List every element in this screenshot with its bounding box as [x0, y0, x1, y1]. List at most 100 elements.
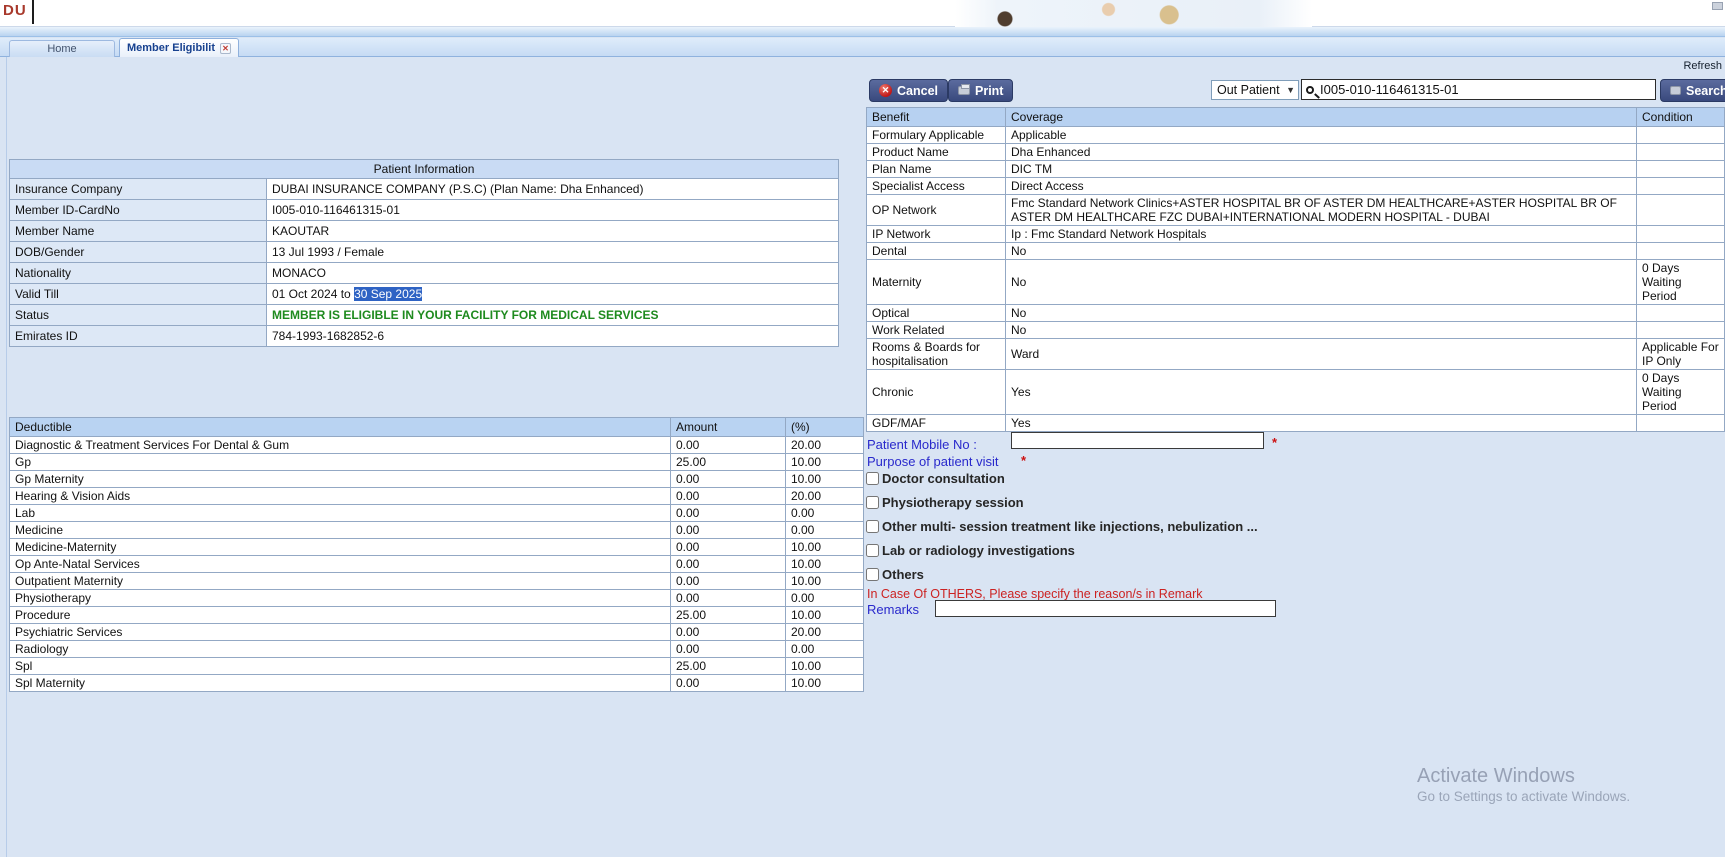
deductible-cell: 20.00: [785, 436, 864, 454]
deductible-row: Procedure 25.00 10.00: [9, 606, 864, 624]
patient-type-select[interactable]: Out Patient ▼: [1211, 80, 1299, 100]
patient-info-value: KAOUTAR: [265, 220, 840, 242]
patient-info-table: Patient Information Insurance Company DUB…: [8, 159, 840, 347]
benefit-cell-coverage: Fmc Standard Network Clinics+ASTER HOSPI…: [1005, 194, 1637, 226]
benefits-header-coverage: Coverage: [1005, 107, 1637, 127]
print-button[interactable]: Print: [948, 79, 1014, 102]
benefit-cell-benefit: Product Name: [866, 143, 1006, 161]
deductible-cell: 0.00: [785, 521, 864, 539]
purpose-checkbox[interactable]: [866, 567, 879, 581]
cancel-button[interactable]: Cancel: [869, 79, 948, 102]
deductible-cell: Diagnostic & Treatment Services For Dent…: [9, 436, 671, 454]
patient-mobile-label: Patient Mobile No :: [867, 437, 977, 452]
deductible-cell: 0.00: [670, 504, 786, 522]
deductible-cell: 0.00: [670, 470, 786, 488]
patient-info-label: Insurance Company: [9, 178, 267, 200]
deductible-cell: 0.00: [670, 572, 786, 590]
purpose-checkbox[interactable]: [866, 495, 879, 509]
remarks-input[interactable]: [935, 600, 1276, 617]
benefit-cell-condition: [1636, 321, 1725, 339]
deductible-cell: 25.00: [670, 606, 786, 624]
refresh-link[interactable]: Refresh: [1683, 60, 1722, 72]
print-icon: [958, 84, 970, 95]
search-icon: [1306, 85, 1314, 94]
patient-info-row: Member Name KAOUTAR: [9, 220, 840, 242]
patient-info-label: Nationality: [9, 262, 267, 284]
deductible-cell: 0.00: [670, 521, 786, 539]
benefit-cell-benefit: Work Related: [866, 321, 1006, 339]
benefits-table: Benefit Coverage Condition Formulary App…: [866, 107, 1725, 432]
benefit-cell-coverage: Ip : Fmc Standard Network Hospitals: [1005, 225, 1637, 243]
purpose-option: Others: [866, 562, 1258, 586]
benefit-row: Product Name Dha Enhanced: [866, 143, 1725, 161]
deductible-cell: 10.00: [785, 453, 864, 471]
patient-info-row: DOB/Gender 13 Jul 1993 / Female: [9, 241, 840, 263]
deductible-cell: 0.00: [670, 589, 786, 607]
patient-info-value: I005-010-116461315-01: [265, 199, 840, 221]
patient-info-row: Nationality MONACO: [9, 262, 840, 284]
purpose-option: Other multi- session treatment like inje…: [866, 514, 1258, 538]
deductible-row: Gp Maternity 0.00 10.00: [9, 470, 864, 488]
deductible-row: Outpatient Maternity 0.00 10.00: [9, 572, 864, 590]
patient-info-row: Member ID-CardNo I005-010-116461315-01: [9, 199, 840, 221]
deductible-cell: Lab: [9, 504, 671, 522]
purpose-checkbox-label: Other multi- session treatment like inje…: [882, 518, 1258, 534]
benefit-row: GDF/MAF Yes: [866, 414, 1725, 432]
deductible-cell: 10.00: [785, 606, 864, 624]
search-field[interactable]: [1301, 79, 1656, 100]
benefit-cell-condition: [1636, 160, 1725, 178]
patient-info-label: Emirates ID: [9, 325, 267, 347]
patient-info-value-text: I005-010-116461315-01: [272, 203, 400, 217]
tab-bar: [0, 38, 1725, 57]
deductible-row: Diagnostic & Treatment Services For Dent…: [9, 436, 864, 454]
purpose-checkbox[interactable]: [866, 519, 879, 533]
purpose-checkbox[interactable]: [866, 471, 879, 485]
deductible-cell: 0.00: [670, 436, 786, 454]
deductible-row: Psychiatric Services 0.00 20.00: [9, 623, 864, 641]
remarks-label: Remarks: [867, 602, 920, 617]
purpose-checkbox-list: Doctor consultation Physiotherapy session…: [866, 466, 1258, 586]
patient-type-value: Out Patient: [1217, 83, 1280, 97]
activate-windows-title: Activate Windows: [1417, 765, 1575, 787]
tab-close-icon[interactable]: ✕: [220, 42, 232, 54]
deductible-cell: 10.00: [785, 657, 864, 675]
deductible-cell: 20.00: [785, 487, 864, 505]
benefit-row: Maternity No 0 Days Waiting Period: [866, 259, 1725, 305]
deductible-cell: 10.00: [785, 572, 864, 590]
deductible-row: Medicine-Maternity 0.00 10.00: [9, 538, 864, 556]
tab-home[interactable]: Home: [9, 40, 115, 57]
patient-mobile-input[interactable]: [1011, 432, 1264, 449]
deductible-row: Hearing & Vision Aids 0.00 20.00: [9, 487, 864, 505]
purpose-checkbox-label: Doctor consultation: [882, 470, 1005, 486]
benefit-cell-coverage: Yes: [1005, 369, 1637, 415]
benefit-row: Work Related No: [866, 321, 1725, 339]
cancel-icon: [879, 84, 892, 97]
benefit-cell-condition: 0 Days Waiting Period: [1636, 369, 1725, 415]
patient-info-value: MONACO: [265, 262, 840, 284]
benefit-row: Rooms & Boards for hospitalisation Ward Ap…: [866, 338, 1725, 370]
benefit-cell-condition: [1636, 304, 1725, 322]
deductible-header-amount: Amount: [670, 417, 786, 437]
benefit-cell-condition: 0 Days Waiting Period: [1636, 259, 1725, 305]
search-button[interactable]: Search: [1660, 79, 1725, 102]
deductible-cell: 0.00: [785, 640, 864, 658]
deductible-cell: 0.00: [670, 555, 786, 573]
tab-member-eligibility[interactable]: Member Eligibilit ✕: [119, 38, 240, 57]
benefit-cell-coverage: Yes: [1005, 414, 1637, 432]
deductible-cell: 10.00: [785, 674, 864, 692]
benefit-cell-benefit: Optical: [866, 304, 1006, 322]
deductible-cell: 0.00: [670, 538, 786, 556]
patient-info-value: 01 Oct 2024 to 30 Sep 2025: [265, 283, 840, 305]
search-input[interactable]: [1318, 81, 1651, 98]
benefit-row: IP Network Ip : Fmc Standard Network Hosp…: [866, 225, 1725, 243]
purpose-checkbox[interactable]: [866, 543, 879, 557]
patient-info-row: Valid Till 01 Oct 2024 to 30 Sep 2025: [9, 283, 840, 305]
deductible-header-percent: (%): [785, 417, 864, 437]
patient-info-label: Status: [9, 304, 267, 326]
benefit-row: Formulary Applicable Applicable: [866, 126, 1725, 144]
benefit-cell-coverage: No: [1005, 242, 1637, 260]
patient-info-label: Member ID-CardNo: [9, 199, 267, 221]
benefit-cell-coverage: No: [1005, 321, 1637, 339]
benefit-cell-condition: [1636, 143, 1725, 161]
patient-info-value-text: KAOUTAR: [272, 224, 330, 238]
